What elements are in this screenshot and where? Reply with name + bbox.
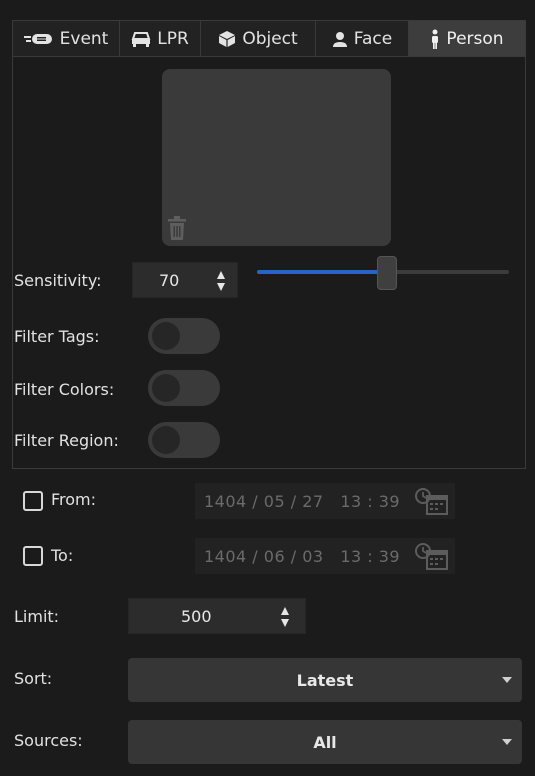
chevron-down-icon (502, 677, 512, 683)
tab-person[interactable]: Person (408, 20, 526, 57)
tab-object-label: Object (242, 28, 298, 49)
filter-region-label: Filter Region: (14, 431, 119, 450)
sources-value: All (313, 732, 337, 752)
to-label: To: (51, 546, 74, 565)
face-icon (332, 31, 348, 47)
chevron-down-icon (502, 739, 512, 745)
filter-colors-toggle[interactable] (148, 370, 220, 406)
sensitivity-value: 70 (159, 271, 180, 290)
sort-value: Latest (296, 670, 354, 690)
to-datetime-value: 1404 / 06 / 03 13 : 39 (204, 546, 401, 566)
tab-event-label: Event (59, 28, 109, 49)
filter-tags-toggle[interactable] (148, 318, 220, 354)
tab-face[interactable]: Face (315, 20, 408, 57)
spin-arrows-icon[interactable] (213, 269, 229, 293)
sort-dropdown[interactable]: Latest (128, 658, 522, 702)
filter-colors-label: Filter Colors: (14, 380, 115, 399)
spin-arrows-icon[interactable] (277, 605, 293, 629)
tab-lpr[interactable]: LPR (119, 20, 200, 57)
from-datetime-value: 1404 / 05 / 27 13 : 39 (204, 491, 401, 511)
toggle-knob (152, 374, 180, 402)
cube-icon (218, 30, 236, 48)
person-icon (430, 29, 440, 49)
search-type-tabs: Event LPR Object Face Person (12, 20, 526, 57)
filter-tags-label: Filter Tags: (14, 327, 100, 346)
from-checkbox[interactable] (23, 491, 43, 511)
limit-spinbox[interactable]: 500 (128, 598, 306, 634)
tab-face-label: Face (353, 28, 393, 49)
toggle-knob (152, 322, 180, 350)
sources-dropdown[interactable]: All (128, 720, 522, 764)
limit-label: Limit: (14, 607, 60, 626)
limit-value: 500 (181, 607, 212, 626)
tab-event[interactable]: Event (12, 20, 119, 57)
car-icon (131, 31, 151, 47)
sensitivity-label: Sensitivity: (14, 271, 102, 290)
tab-person-label: Person (446, 28, 504, 49)
filter-region-toggle[interactable] (148, 422, 220, 458)
sensitivity-slider-thumb[interactable] (377, 256, 397, 290)
sensitivity-spinbox[interactable]: 70 (132, 262, 238, 298)
tab-lpr-label: LPR (157, 28, 189, 49)
sources-label: Sources: (14, 731, 83, 750)
event-icon (23, 33, 54, 45)
calendar-clock-icon[interactable] (415, 543, 451, 575)
tab-object[interactable]: Object (200, 20, 315, 57)
to-checkbox[interactable] (23, 546, 43, 566)
toggle-knob (152, 426, 180, 454)
person-image-preview[interactable] (162, 69, 391, 246)
calendar-clock-icon[interactable] (415, 488, 451, 520)
from-label: From: (51, 490, 97, 509)
trash-icon[interactable] (166, 215, 188, 241)
sensitivity-slider-fill (257, 270, 384, 274)
sort-label: Sort: (14, 669, 53, 688)
